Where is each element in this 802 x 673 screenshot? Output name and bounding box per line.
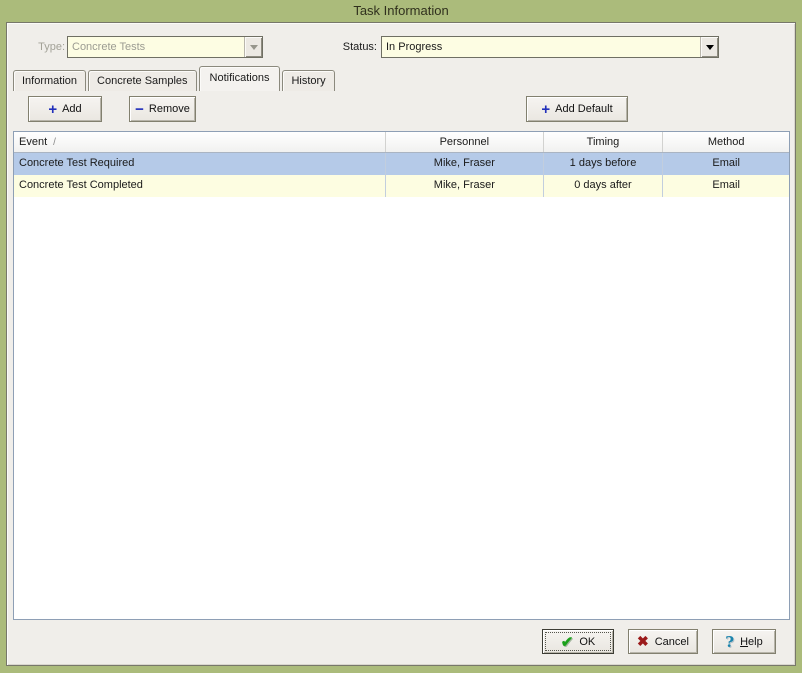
- remove-button[interactable]: − Remove: [129, 96, 196, 122]
- tab-label: History: [291, 75, 325, 87]
- status-combobox[interactable]: In Progress: [381, 36, 719, 58]
- column-header-label: Personnel: [440, 136, 490, 148]
- minus-icon: −: [135, 102, 144, 117]
- notifications-table: Event / Personnel Timing Method Concrete …: [13, 131, 790, 620]
- tab-history[interactable]: History: [282, 70, 334, 91]
- footer-button-bar: ✔ OK ✖ Cancel ? Help: [542, 629, 776, 654]
- type-value: Concrete Tests: [68, 37, 244, 57]
- cell-timing: 0 days after: [544, 175, 664, 197]
- type-dropdown-button: [244, 37, 262, 57]
- status-dropdown-button[interactable]: [700, 37, 718, 57]
- help-button[interactable]: ? Help: [712, 629, 776, 654]
- status-value: In Progress: [382, 37, 700, 57]
- status-label: Status:: [335, 40, 377, 54]
- type-label: Type:: [25, 40, 65, 54]
- cell-event: Concrete Test Completed: [14, 175, 386, 197]
- help-button-label: Help: [740, 636, 763, 648]
- table-header-row: Event / Personnel Timing Method: [14, 132, 789, 153]
- table-row[interactable]: Concrete Test Completed Mike, Fraser 0 d…: [14, 175, 789, 197]
- cell-personnel: Mike, Fraser: [386, 175, 544, 197]
- cell-method: Email: [663, 175, 789, 197]
- title-bar[interactable]: Task Information: [0, 0, 802, 22]
- column-header-label: Event: [19, 136, 47, 148]
- tab-concrete-samples[interactable]: Concrete Samples: [88, 70, 197, 91]
- tab-label: Notifications: [210, 72, 270, 84]
- question-mark-icon: ?: [725, 633, 734, 651]
- column-header-timing[interactable]: Timing: [544, 132, 664, 152]
- chevron-down-icon: [706, 45, 714, 50]
- add-button-label: Add: [62, 103, 82, 115]
- cancel-button-label: Cancel: [655, 636, 689, 648]
- tab-label: Concrete Samples: [97, 75, 188, 87]
- table-empty-area: [14, 197, 789, 619]
- column-header-label: Method: [708, 136, 745, 148]
- column-header-method[interactable]: Method: [663, 132, 789, 152]
- ok-button[interactable]: ✔ OK: [542, 629, 614, 654]
- type-combobox[interactable]: Concrete Tests: [67, 36, 263, 58]
- column-header-event[interactable]: Event /: [14, 132, 386, 152]
- column-header-label: Timing: [587, 136, 620, 148]
- add-button[interactable]: + Add: [28, 96, 102, 122]
- column-header-personnel[interactable]: Personnel: [386, 132, 544, 152]
- ok-button-label: OK: [579, 636, 595, 648]
- task-information-window: { "window": { "title": "Task Information…: [0, 0, 802, 673]
- plus-icon: +: [541, 102, 550, 117]
- check-icon: ✔: [561, 633, 574, 651]
- cell-personnel: Mike, Fraser: [386, 153, 544, 175]
- table-row[interactable]: Concrete Test Required Mike, Fraser 1 da…: [14, 153, 789, 175]
- dialog-body: Type: Concrete Tests Status: In Progress…: [6, 22, 796, 666]
- tab-information[interactable]: Information: [13, 70, 86, 91]
- sort-ascending-icon: /: [53, 137, 56, 148]
- chevron-down-icon: [250, 45, 258, 50]
- add-default-button-label: Add Default: [555, 103, 612, 115]
- cell-method: Email: [663, 153, 789, 175]
- x-icon: ✖: [637, 633, 649, 650]
- window-title: Task Information: [353, 3, 448, 18]
- plus-icon: +: [48, 102, 57, 117]
- cancel-button[interactable]: ✖ Cancel: [628, 629, 698, 654]
- add-default-button[interactable]: + Add Default: [526, 96, 628, 122]
- tab-strip: Information Concrete Samples Notificatio…: [13, 66, 337, 91]
- cell-timing: 1 days before: [544, 153, 664, 175]
- tab-label: Information: [22, 75, 77, 87]
- remove-button-label: Remove: [149, 103, 190, 115]
- tab-notifications[interactable]: Notifications: [199, 66, 281, 91]
- cell-event: Concrete Test Required: [14, 153, 386, 175]
